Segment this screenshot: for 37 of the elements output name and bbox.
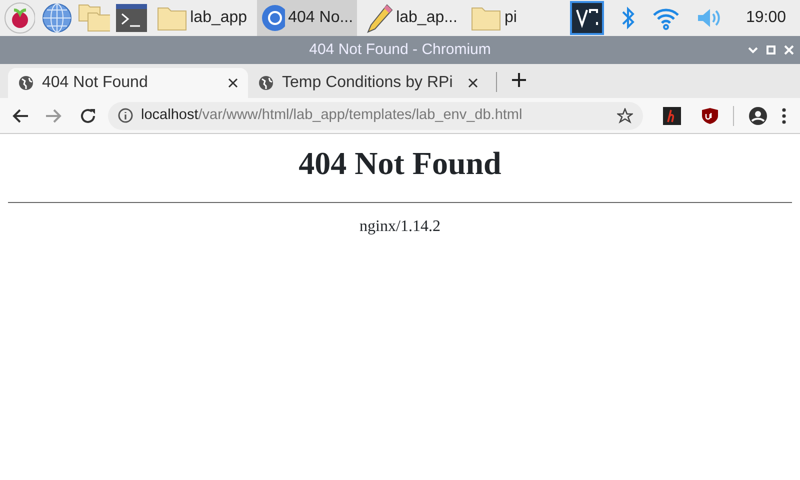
account-icon[interactable] [748, 106, 768, 126]
globe-icon [18, 75, 34, 91]
close-icon[interactable] [228, 78, 238, 88]
arrow-left-icon [12, 108, 28, 124]
vnc-icon[interactable] [570, 1, 604, 35]
globe-icon [258, 75, 274, 91]
browser-tab[interactable]: 404 Not Found [8, 68, 248, 98]
task-button[interactable]: pi [467, 0, 564, 36]
page-heading: 404 Not Found [298, 144, 502, 182]
maximize-icon[interactable] [766, 45, 776, 55]
shield-icon[interactable] [701, 106, 719, 124]
terminal-icon[interactable] [116, 4, 148, 32]
task-button[interactable]: 404 No... [257, 0, 358, 36]
wifi-icon[interactable] [652, 6, 680, 30]
chromium-icon [261, 4, 286, 32]
globe-icon[interactable] [40, 2, 72, 34]
star-icon[interactable] [617, 108, 633, 124]
info-icon[interactable] [118, 108, 133, 123]
browser-tab[interactable]: Temp Conditions by RPi [248, 68, 488, 98]
extension-icon[interactable] [663, 106, 681, 124]
server-version: nginx/1.14.2 [360, 218, 440, 236]
close-icon[interactable] [468, 78, 478, 88]
folder-icon [471, 5, 502, 31]
clock: 19:00 [746, 8, 786, 28]
arrow-right-icon [46, 108, 62, 124]
pencil-icon [367, 3, 394, 33]
task-button[interactable]: lab_ap... [363, 0, 462, 36]
raspberry-menu-icon[interactable] [4, 2, 35, 34]
plus-icon [512, 73, 526, 87]
task-button[interactable]: lab_app [153, 0, 252, 36]
address-bar[interactable]: localhost/var/www/html/lab_app/templates/lab_env_db.html [108, 102, 643, 130]
folder-icon [157, 5, 188, 31]
reload-icon [80, 108, 96, 124]
bluetooth-icon[interactable] [620, 5, 636, 31]
minimize-icon[interactable] [748, 45, 758, 55]
window-title: 404 Not Found - Chromium [309, 40, 491, 60]
menu-icon[interactable] [782, 108, 786, 124]
